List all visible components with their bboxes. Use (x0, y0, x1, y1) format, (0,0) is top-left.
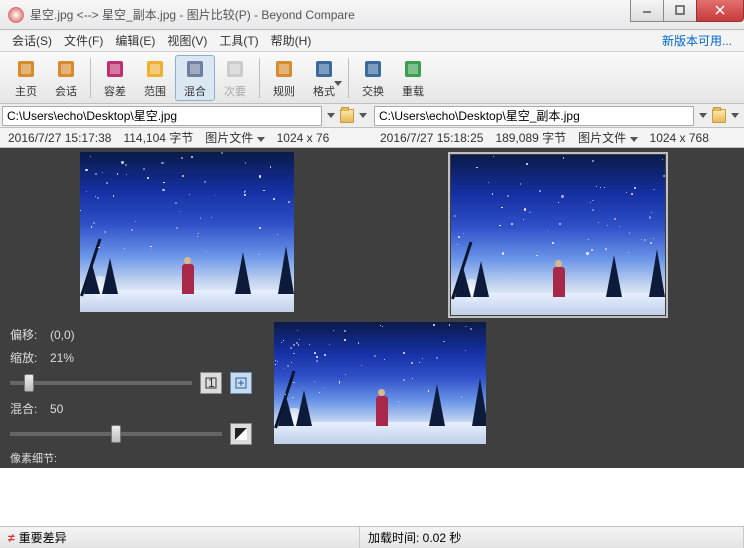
pathbar (0, 104, 744, 128)
chevron-down-icon (334, 81, 342, 86)
titlebar: 星空.jpg <--> 星空_副本.jpg - 图片比较(P) - Beyond… (0, 0, 744, 30)
zoom-value: 21% (50, 351, 74, 365)
info-right-type[interactable]: 图片文件 (578, 131, 626, 145)
zoom-fit-icon[interactable] (230, 372, 252, 394)
path-right-history-icon[interactable] (696, 106, 710, 126)
path-left-input[interactable] (2, 106, 322, 126)
briefcase-icon (54, 57, 78, 81)
path-right-browse-icon[interactable] (712, 106, 726, 126)
info-left-date: 2016/7/27 15:17:38 (8, 131, 111, 145)
status-load-cell: 加载时间: 0.02 秒 (360, 527, 744, 548)
status-load-text: 加载时间: 0.02 秒 (368, 529, 461, 546)
menu-f[interactable]: 文件(F) (58, 30, 109, 51)
format-icon (312, 57, 336, 81)
toolbar-range-button[interactable]: 范围 (135, 55, 175, 101)
zoom-label: 缩放: (10, 349, 42, 366)
zoom-slider[interactable] (10, 381, 192, 385)
toolbar-rules-button[interactable]: 规则 (264, 55, 304, 101)
offset-value: (0,0) (50, 328, 75, 342)
home-icon (14, 57, 38, 81)
offset-label: 偏移: (10, 326, 42, 343)
toolbar-reload-button[interactable]: 重载 (393, 55, 433, 101)
info-left-type[interactable]: 图片文件 (205, 131, 253, 145)
blend-slider[interactable] (10, 432, 222, 436)
blend-label: 混合: (10, 400, 42, 417)
toolbar-label: 交换 (362, 83, 384, 99)
update-link[interactable]: 新版本可用... (656, 30, 738, 51)
toolbar-tolerance-button[interactable]: 容差 (95, 55, 135, 101)
info-left: 2016/7/27 15:17:38 114,104 字节 图片文件 1024 … (0, 128, 372, 147)
toolbar-label: 重载 (402, 83, 424, 99)
window-buttons (631, 0, 744, 22)
toolbar-swap-button[interactable]: 交换 (353, 55, 393, 101)
toolbar-separator (259, 58, 260, 98)
path-right-input[interactable] (374, 106, 694, 126)
toolbar-label: 混合 (184, 83, 206, 99)
image-left-panel[interactable] (4, 152, 369, 314)
toolbar-label: 范围 (144, 83, 166, 99)
statusbar: ≠ 重要差异 加载时间: 0.02 秒 (0, 526, 744, 548)
path-left-more-icon[interactable] (356, 106, 370, 126)
tolerance-icon (103, 57, 127, 81)
toolbar-briefcase-button[interactable]: 会话 (46, 55, 86, 101)
menu-t[interactable]: 工具(T) (213, 30, 264, 51)
svg-text:1: 1 (208, 376, 215, 390)
range-icon (143, 57, 167, 81)
infobar: 2016/7/27 15:17:38 114,104 字节 图片文件 1024 … (0, 128, 744, 148)
minor-icon (223, 57, 247, 81)
info-right-size: 189,089 字节 (495, 129, 566, 146)
not-equal-icon: ≠ (8, 531, 15, 545)
toolbar-label: 规则 (273, 83, 295, 99)
menu-h[interactable]: 帮助(H) (265, 30, 318, 51)
image-panels (0, 148, 744, 318)
pixel-detail-label: 像素细节: (0, 448, 744, 468)
status-diff-cell: ≠ 重要差异 (0, 527, 360, 548)
toolbar-separator (348, 58, 349, 98)
path-left (0, 106, 372, 126)
blend-toggle-icon[interactable] (230, 423, 252, 445)
blend-value: 50 (50, 402, 63, 416)
app-icon (8, 7, 24, 23)
image-right-panel[interactable] (375, 152, 740, 314)
path-right-more-icon[interactable] (728, 106, 742, 126)
info-right-date: 2016/7/27 15:18:25 (380, 131, 483, 145)
info-right: 2016/7/27 15:18:25 189,089 字节 图片文件 1024 … (372, 128, 744, 147)
maximize-button[interactable] (663, 0, 697, 22)
toolbar-separator (90, 58, 91, 98)
menubar: 会话(S)文件(F)编辑(E)视图(V)工具(T)帮助(H) 新版本可用... (0, 30, 744, 52)
window-title: 星空.jpg <--> 星空_副本.jpg - 图片比较(P) - Beyond… (30, 6, 631, 23)
toolbar-label: 主页 (15, 83, 37, 99)
toolbar: 主页 会话 容差 范围 混合 次要 规则 格式 交换 重载 (0, 52, 744, 104)
path-left-history-icon[interactable] (324, 106, 338, 126)
info-right-dim: 1024 x 768 (650, 131, 709, 145)
status-diff-text: 重要差异 (19, 529, 67, 546)
path-right (372, 106, 744, 126)
blend-icon (183, 57, 207, 81)
info-left-dim: 1024 x 76 (277, 131, 330, 145)
toolbar-label: 次要 (224, 83, 246, 99)
toolbar-label: 容差 (104, 83, 126, 99)
reload-icon (401, 57, 425, 81)
toolbar-minor-button: 次要 (215, 55, 255, 101)
controls-area: 偏移: (0,0) 缩放: 21% 1 混合: 50 (0, 318, 744, 448)
controls-left: 偏移: (0,0) 缩放: 21% 1 混合: 50 (0, 318, 262, 448)
zoom-actual-icon[interactable]: 1 (200, 372, 222, 394)
minimize-button[interactable] (630, 0, 664, 22)
toolbar-home-button[interactable]: 主页 (6, 55, 46, 101)
swap-icon (361, 57, 385, 81)
info-left-size: 114,104 字节 (123, 129, 193, 146)
path-left-browse-icon[interactable] (340, 106, 354, 126)
toolbar-label: 会话 (55, 83, 77, 99)
toolbar-format-button[interactable]: 格式 (304, 55, 344, 101)
toolbar-label: 格式 (313, 83, 335, 99)
menu-s[interactable]: 会话(S) (6, 30, 58, 51)
menu-v[interactable]: 视图(V) (161, 30, 213, 51)
menu-e[interactable]: 编辑(E) (109, 30, 161, 51)
blended-preview-panel[interactable] (262, 318, 744, 448)
toolbar-blend-button[interactable]: 混合 (175, 55, 215, 101)
close-button[interactable] (696, 0, 744, 22)
rules-icon (272, 57, 296, 81)
